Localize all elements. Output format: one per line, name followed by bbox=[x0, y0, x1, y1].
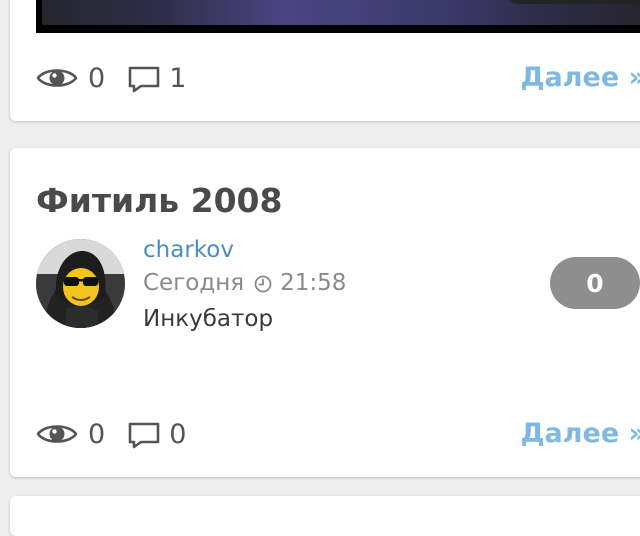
eye-icon bbox=[36, 421, 78, 447]
comment-icon bbox=[127, 421, 161, 449]
video-player[interactable] bbox=[36, 0, 640, 33]
comments-count: 1 bbox=[169, 62, 187, 94]
post-date: Сегодня bbox=[143, 270, 245, 296]
comments-stat[interactable]: 0 bbox=[127, 418, 187, 450]
views-stat: 0 bbox=[36, 65, 105, 92]
comment-icon bbox=[127, 65, 161, 93]
read-more-link[interactable]: Далее » bbox=[520, 418, 640, 450]
read-more-link[interactable]: Далее » bbox=[520, 62, 640, 94]
post-category[interactable]: Инкубатор bbox=[143, 306, 273, 332]
post-card: Фитиль 2008 charkov Сегодня 21:58 Инкуба… bbox=[10, 148, 640, 477]
post-stats: 0 1 Далее » bbox=[36, 62, 640, 94]
post-time: 21:58 bbox=[280, 270, 347, 296]
post-meta: Сегодня 21:58 bbox=[143, 270, 347, 296]
views-stat: 0 bbox=[36, 421, 105, 448]
clock-icon bbox=[254, 275, 272, 293]
comments-count: 0 bbox=[169, 418, 187, 450]
post-card-previous: 0 1 Далее » bbox=[10, 0, 640, 121]
post-card-next bbox=[10, 496, 640, 536]
views-count: 0 bbox=[88, 418, 106, 450]
post-title[interactable]: Фитиль 2008 bbox=[36, 184, 282, 217]
rating-badge[interactable]: 0 bbox=[550, 257, 640, 309]
avatar[interactable] bbox=[36, 239, 125, 328]
comments-stat[interactable]: 1 bbox=[127, 62, 187, 94]
author-link[interactable]: charkov bbox=[143, 237, 234, 263]
views-count: 0 bbox=[88, 62, 106, 94]
video-controls[interactable] bbox=[506, 0, 640, 4]
post-stats: 0 0 Далее » bbox=[36, 418, 640, 450]
eye-icon bbox=[36, 65, 78, 91]
